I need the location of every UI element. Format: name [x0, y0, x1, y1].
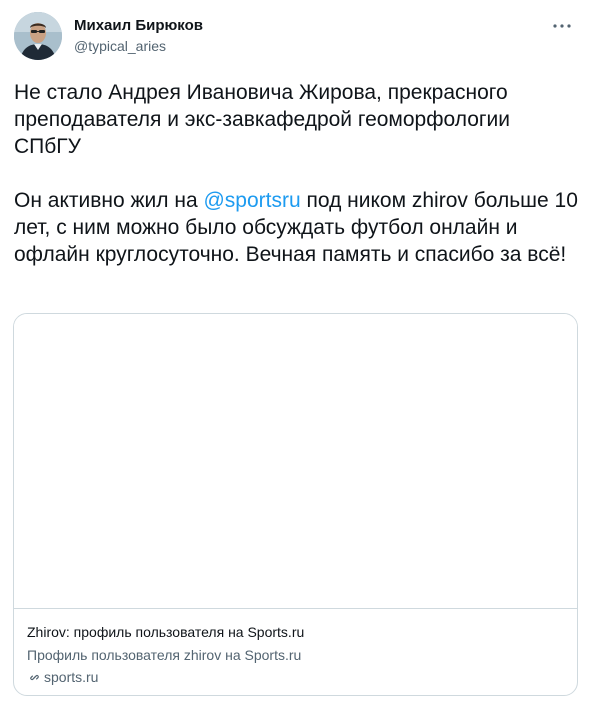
more-horizontal-icon[interactable]: [550, 14, 574, 38]
tweet-text: Не стало Андрея Ивановича Жирова, прекра…: [14, 79, 580, 268]
avatar-photo: [14, 12, 62, 60]
author-name[interactable]: Михаил Бирюков: [74, 17, 203, 34]
card-domain-text: sports.ru: [44, 669, 99, 685]
avatar[interactable]: [14, 12, 62, 60]
tweet-paragraph-1: Не стало Андрея Ивановича Жирова, прекра…: [14, 81, 511, 158]
card-description: Профиль пользователя zhirov на Sports.ru: [27, 647, 302, 663]
card-domain: sports.ru: [27, 669, 98, 685]
link-card[interactable]: Zhirov: профиль пользователя на Sports.r…: [13, 313, 578, 696]
tweet: Михаил Бирюков @typical_aries Не стало А…: [0, 0, 594, 707]
link-icon: [27, 670, 42, 685]
card-image: [14, 314, 577, 609]
paragraph-spacer: [14, 160, 580, 187]
mention-link[interactable]: @sportsru: [203, 189, 300, 212]
tweet-paragraph-2: Он активно жил на @sportsru под ником zh…: [14, 187, 580, 268]
card-title: Zhirov: профиль пользователя на Sports.r…: [27, 624, 305, 640]
author-handle[interactable]: @typical_aries: [74, 38, 166, 54]
tweet-paragraph-2-start: Он активно жил на: [14, 189, 204, 212]
